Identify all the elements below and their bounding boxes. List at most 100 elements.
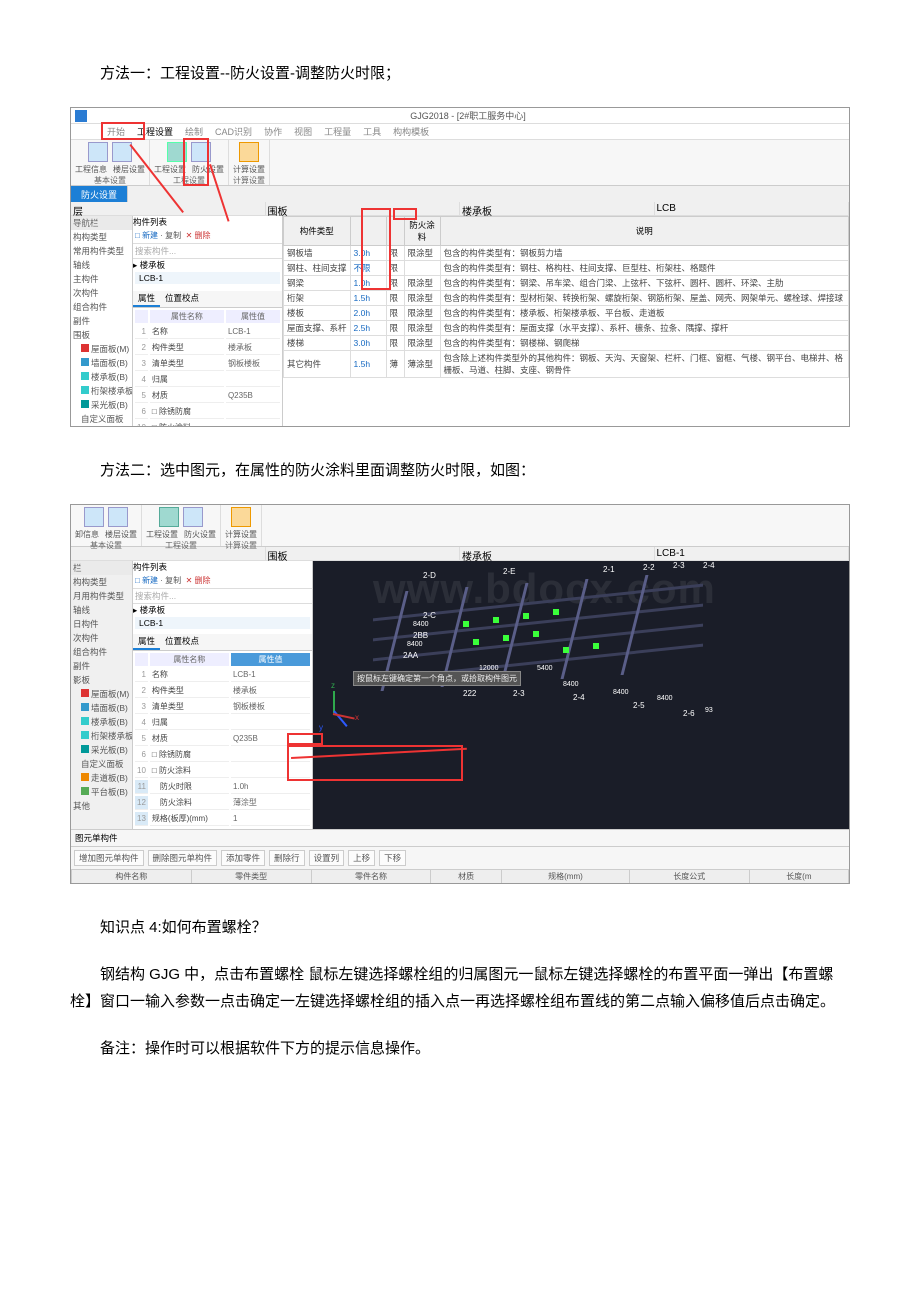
col-propval: 属性值 [226,310,280,323]
fire-settings-icon[interactable] [183,507,203,527]
tab-fire-settings[interactable]: 防火设置 [71,186,128,202]
tab-properties[interactable]: 属性 [133,634,160,650]
dd-panel[interactable]: 围板 [266,202,461,215]
nav-sub[interactable]: 自定义面板 [71,412,132,426]
col-header: 零件名称 [311,870,431,884]
nav-sub[interactable]: 桁架楼承板(B) [91,386,133,396]
dd-floor[interactable] [71,547,266,560]
menu-start[interactable]: 开始 [101,125,131,138]
delete-button[interactable]: 删除 [195,576,211,585]
nav-sub[interactable]: 桁架楼承板(B) [91,731,133,741]
property-table: 属性名称属性值 1名称LCB-12构件类型楼承板3清单类型钢板楼板4归属5材质Q… [133,308,282,427]
nav-item[interactable]: 轴线 [71,603,132,617]
bottom-tab[interactable]: 图元单构件 [75,833,118,843]
tab-properties[interactable]: 属性 [133,291,160,307]
list-item-lcb1[interactable]: LCB-1 [135,272,280,284]
kp4-heading: 知识点 4:如何布置螺栓？ [70,914,850,941]
nav-sub[interactable]: 楼承板(B) [91,372,128,382]
nav-item[interactable]: 次构件 [71,286,132,300]
dd-panel[interactable]: 围板 [266,547,461,560]
filter-row: 层 围板 楼承板 LCB [71,202,849,216]
nav-sub[interactable]: 自定义面板 [71,757,132,771]
nav-item[interactable]: 日构件 [71,617,132,631]
menu-tools[interactable]: 工具 [357,125,387,138]
nav-item[interactable]: 次构件 [71,631,132,645]
calc-settings-icon[interactable] [239,142,259,162]
app-icon [75,110,87,122]
btn-set-col[interactable]: 设置列 [309,850,345,866]
property-table: 属性名称属性值 1名称LCB-12构件类型楼承板3清单类型钢板楼板4归属5材质Q… [133,651,312,829]
dd-lcb[interactable]: LCB [655,202,850,215]
nav-sub[interactable]: 屋面板(M) [91,344,129,354]
btn-add-part[interactable]: 添加零件 [221,850,265,866]
btn-move-up[interactable]: 上移 [348,850,375,866]
platform-icon [81,787,89,795]
nav-sub[interactable]: 平台板(B) [91,787,128,797]
search-input[interactable]: 搜索构件... [133,244,282,259]
tab-position[interactable]: 位置校点 [160,291,204,307]
list-item-lcb1[interactable]: LCB-1 [135,617,310,629]
nav-item[interactable]: 轴线 [71,258,132,272]
dd-deck[interactable]: 楼承板 [460,547,655,560]
menu-template[interactable]: 构构模板 [387,125,435,138]
project-info-icon[interactable] [84,507,104,527]
nav-item[interactable]: 组合构件 [71,645,132,659]
nav-sub[interactable]: 采光板(B) [91,745,128,755]
nav-item[interactable]: 构构类型 [71,575,132,589]
dim-label: 8400 [657,695,673,702]
menu-cad[interactable]: CAD识别 [209,125,258,138]
floor-deck-icon [81,372,89,380]
nav-item[interactable]: 月用构件类型 [71,589,132,603]
tab-position[interactable]: 位置校点 [160,634,204,650]
grid-label: 2BB [413,631,428,640]
nav-sub[interactable]: 走道板(B) [91,773,128,783]
calc-settings-icon[interactable] [231,507,251,527]
nav-item[interactable]: 副件 [71,659,132,673]
menu-view[interactable]: 视图 [288,125,318,138]
nav-item[interactable]: 组合构件 [71,300,132,314]
search-input[interactable]: 搜索构件... [133,589,312,604]
nav-item[interactable]: 构构类型 [71,230,132,244]
nav-sub[interactable]: 楼承板(B) [91,717,128,727]
grid-label: 2-3 [673,561,685,570]
new-button[interactable]: 新建 [142,576,158,585]
dd-lcb[interactable]: LCB-1 [655,547,850,560]
dd-deck[interactable]: 楼承板 [460,202,655,215]
col-header: 长度公式 [629,870,749,884]
btn-add-component[interactable]: 增加图元单构件 [74,850,144,866]
viewport-3d[interactable]: www.bdocx.com 2-D 2-E 2-1 2-2 [313,561,849,829]
copy-button[interactable]: 复制 [165,576,181,585]
fire-settings-icon[interactable] [191,142,211,162]
menu-project-settings[interactable]: 工程设置 [131,125,179,138]
nav-sub[interactable]: 采光板(B) [91,400,128,410]
walkway-icon [81,773,89,781]
new-button[interactable]: 新建 [142,231,158,240]
btn-del-row[interactable]: 删除行 [269,850,305,866]
menu-draw[interactable]: 绘制 [179,125,209,138]
nav-item[interactable]: 常用构件类型 [71,244,132,258]
menu-quantity[interactable]: 工程量 [318,125,357,138]
roof-panel-icon [81,344,89,352]
btn-move-down[interactable]: 下移 [379,850,406,866]
nav-header: 栏 [71,561,132,575]
nav-item[interactable]: 副件 [71,314,132,328]
dd-floor[interactable]: 层 [71,202,266,215]
nav-item[interactable]: 其他 [71,799,132,813]
btn-del-component[interactable]: 删除图元单构件 [148,850,218,866]
nav-header: 导航栏 [71,216,132,230]
project-info-icon[interactable] [88,142,108,162]
nav-item[interactable]: 围板 [71,328,132,342]
copy-button[interactable]: 复制 [165,231,181,240]
nav-sub[interactable]: 墙面板(B) [91,358,128,368]
nav-sub[interactable]: 墙面板(B) [91,703,128,713]
project-settings-icon[interactable] [159,507,179,527]
delete-button[interactable]: 删除 [195,231,211,240]
nav-item[interactable]: 主构件 [71,272,132,286]
nav-item[interactable]: 影板 [71,673,132,687]
project-settings-icon[interactable] [167,142,187,162]
nav-sub[interactable]: 屋面板(M) [91,689,129,699]
floor-settings-icon[interactable] [108,507,128,527]
deck-icon [81,717,89,725]
dim-label: 93 [705,707,713,714]
menu-collab[interactable]: 协作 [258,125,288,138]
